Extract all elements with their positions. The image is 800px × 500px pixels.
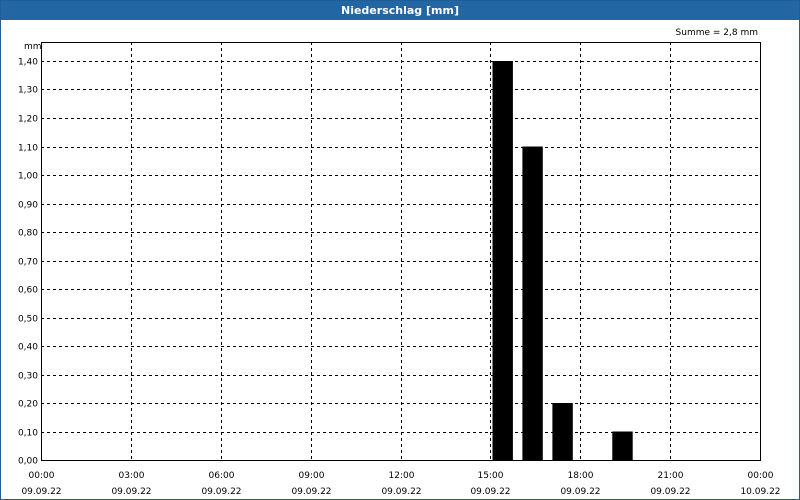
y-axis-unit-label: mm [24,42,42,52]
chart-window: Niederschlag [mm] 0,00 0,10 0,20 0,30 0,40 0,… [0,0,800,500]
y-tick-label: 1,00 [18,172,38,182]
y-tick-label: 0,00 [18,457,38,467]
x-tick-time-label: 09:00 [299,471,325,481]
x-tick-date-label: 09.09.22 [21,487,61,497]
x-tick-date-label: 10.09.22 [740,487,780,497]
x-tick-time-label: 15:00 [478,471,504,481]
y-tick-label: 0,60 [18,286,38,296]
precipitation-bar [552,403,573,460]
sum-annotation: Summe = 2,8 mm [676,28,758,38]
x-tick-date-label: 09.09.22 [201,487,241,497]
y-tick-label: 0,30 [18,372,38,382]
y-tick-label: 1,30 [18,86,38,96]
x-tick-time-label: 03:00 [119,471,145,481]
precipitation-bar [612,431,633,460]
bars [492,61,633,460]
grid [41,42,760,460]
y-tick-label: 1,10 [18,144,38,154]
x-tick-date-label: 09.09.22 [470,487,510,497]
y-tick-label: 1,40 [18,58,38,68]
y-tick-label: 0,40 [18,343,38,353]
x-tick-time-label: 21:00 [658,471,684,481]
x-tick-date-label: 09.09.22 [560,487,600,497]
x-tick-date-label: 09.09.22 [650,487,690,497]
precipitation-chart: 0,00 0,10 0,20 0,30 0,40 0,50 0,60 0,70 0,80 0,90… [18,28,781,497]
y-tick-label: 0,80 [18,229,38,239]
x-ticks: 00:00 09.09.22 03:00 09.09.22 06:00 09.09.22 0… [21,471,780,497]
y-tick-label: 0,70 [18,258,38,268]
y-tick-label: 0,90 [18,201,38,211]
x-tick-time-label: 00:00 [748,471,774,481]
precipitation-bar [492,61,513,460]
y-tick-label: 0,20 [18,400,38,410]
x-tick-date-label: 09.09.22 [291,487,331,497]
x-tick-time-label: 12:00 [389,471,415,481]
y-tick-label: 0,10 [18,429,38,439]
y-tick-label: 1,20 [18,115,38,125]
y-ticks: 0,00 0,10 0,20 0,30 0,40 0,50 0,60 0,70 0,80 0,90… [18,58,38,467]
x-tick-time-label: 06:00 [209,471,235,481]
x-tick-date-label: 09.09.22 [381,487,421,497]
y-tick-label: 0,50 [18,315,38,325]
precipitation-bar [522,146,543,460]
x-tick-date-label: 09.09.22 [111,487,151,497]
x-tick-time-label: 00:00 [29,471,55,481]
x-tick-time-label: 18:00 [568,471,594,481]
